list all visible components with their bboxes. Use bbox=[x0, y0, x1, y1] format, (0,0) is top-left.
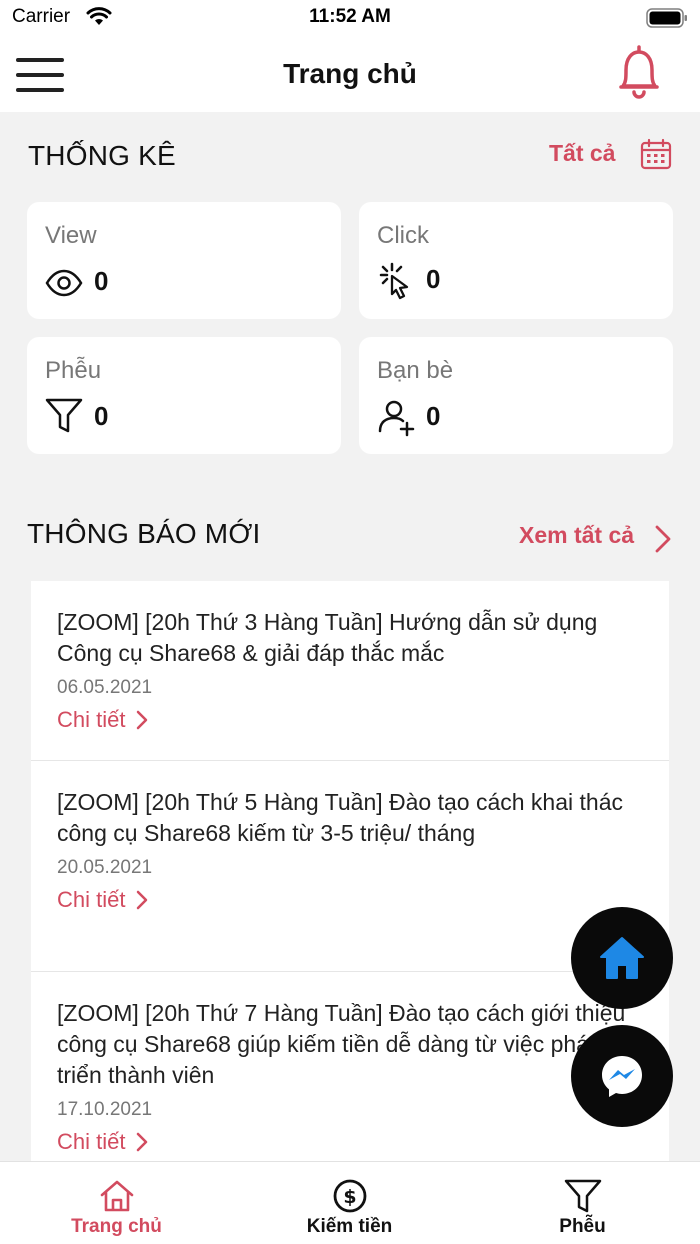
tab-funnel[interactable]: Phễu bbox=[466, 1162, 699, 1244]
chevron-right-icon bbox=[137, 890, 148, 910]
notice-detail-label: Chi tiết bbox=[57, 707, 126, 732]
bottom-tab-bar: Trang chủ $ Kiếm tiền Phễu bbox=[0, 1161, 700, 1244]
funnel-icon bbox=[564, 1179, 601, 1213]
home-icon bbox=[600, 937, 644, 979]
notice-date: 06.05.2021 bbox=[57, 677, 153, 698]
tab-label: Phễu bbox=[559, 1216, 606, 1237]
add-friend-icon bbox=[378, 400, 415, 437]
tab-label: Trang chủ bbox=[71, 1216, 162, 1237]
stat-value: 0 bbox=[426, 401, 441, 431]
notice-date: 20.05.2021 bbox=[57, 857, 153, 878]
page-title: Trang chủ bbox=[283, 58, 417, 89]
status-time: 11:52 AM bbox=[309, 6, 391, 27]
tab-earn[interactable]: $ Kiếm tiền bbox=[233, 1162, 466, 1244]
notice-detail-link[interactable]: Chi tiết bbox=[57, 707, 643, 733]
notice-title: [ZOOM] [20h Thứ 5 Hàng Tuần] Đào tạo các… bbox=[57, 789, 623, 846]
bell-icon[interactable] bbox=[614, 42, 664, 100]
status-bar: Carrier 11:52 AM bbox=[0, 0, 700, 36]
nav-bar: Trang chủ bbox=[0, 36, 700, 112]
stat-label: Phễu bbox=[45, 357, 102, 384]
notice-detail-link[interactable]: Chi tiết bbox=[57, 1129, 643, 1155]
calendar-icon[interactable] bbox=[640, 138, 672, 170]
messenger-icon bbox=[602, 1056, 642, 1097]
stat-card-view[interactable]: View 0 bbox=[27, 202, 341, 319]
home-icon bbox=[100, 1180, 133, 1212]
notice-item[interactable]: [ZOOM] [20h Thứ 3 Hàng Tuần] Hướng dẫn s… bbox=[31, 581, 669, 761]
eye-icon bbox=[45, 269, 83, 297]
notice-detail-link[interactable]: Chi tiết bbox=[57, 887, 643, 913]
notice-title: [ZOOM] [20h Thứ 7 Hàng Tuần] Đào tạo các… bbox=[57, 1000, 626, 1088]
home-fab-button[interactable] bbox=[571, 907, 673, 1009]
funnel-icon bbox=[45, 398, 83, 433]
stat-label: View bbox=[45, 222, 97, 249]
notices-see-all-link[interactable]: Xem tất cả bbox=[519, 522, 634, 549]
stat-value: 0 bbox=[426, 264, 441, 294]
messenger-fab-button[interactable] bbox=[571, 1025, 673, 1127]
dollar-coin-icon: $ bbox=[333, 1179, 366, 1213]
stat-card-click[interactable]: Click 0 bbox=[359, 202, 673, 319]
notices-section-title: THÔNG BÁO MỚI bbox=[27, 518, 261, 549]
notice-detail-label: Chi tiết bbox=[57, 887, 126, 912]
svg-text:$: $ bbox=[343, 1186, 356, 1208]
chevron-right-icon bbox=[137, 1132, 148, 1152]
notice-date: 17.10.2021 bbox=[57, 1099, 153, 1120]
tab-home[interactable]: Trang chủ bbox=[0, 1162, 233, 1244]
battery-icon bbox=[646, 8, 687, 28]
stat-value: 0 bbox=[94, 266, 109, 296]
notice-title: [ZOOM] [20h Thứ 3 Hàng Tuần] Hướng dẫn s… bbox=[57, 609, 598, 666]
stat-label: Click bbox=[377, 222, 429, 249]
tab-label: Kiếm tiền bbox=[306, 1216, 393, 1237]
chevron-right-icon[interactable] bbox=[654, 524, 672, 554]
stat-value: 0 bbox=[94, 401, 109, 431]
stats-section-title: THỐNG KÊ bbox=[28, 140, 176, 171]
stats-see-all-link[interactable]: Tất cả bbox=[549, 140, 615, 167]
notice-detail-label: Chi tiết bbox=[57, 1129, 126, 1154]
stat-card-funnel[interactable]: Phễu 0 bbox=[27, 337, 341, 454]
chevron-right-icon bbox=[137, 710, 148, 730]
stat-card-friends[interactable]: Bạn bè 0 bbox=[359, 337, 673, 454]
click-cursor-icon bbox=[379, 262, 409, 300]
stat-label: Bạn bè bbox=[377, 357, 454, 384]
